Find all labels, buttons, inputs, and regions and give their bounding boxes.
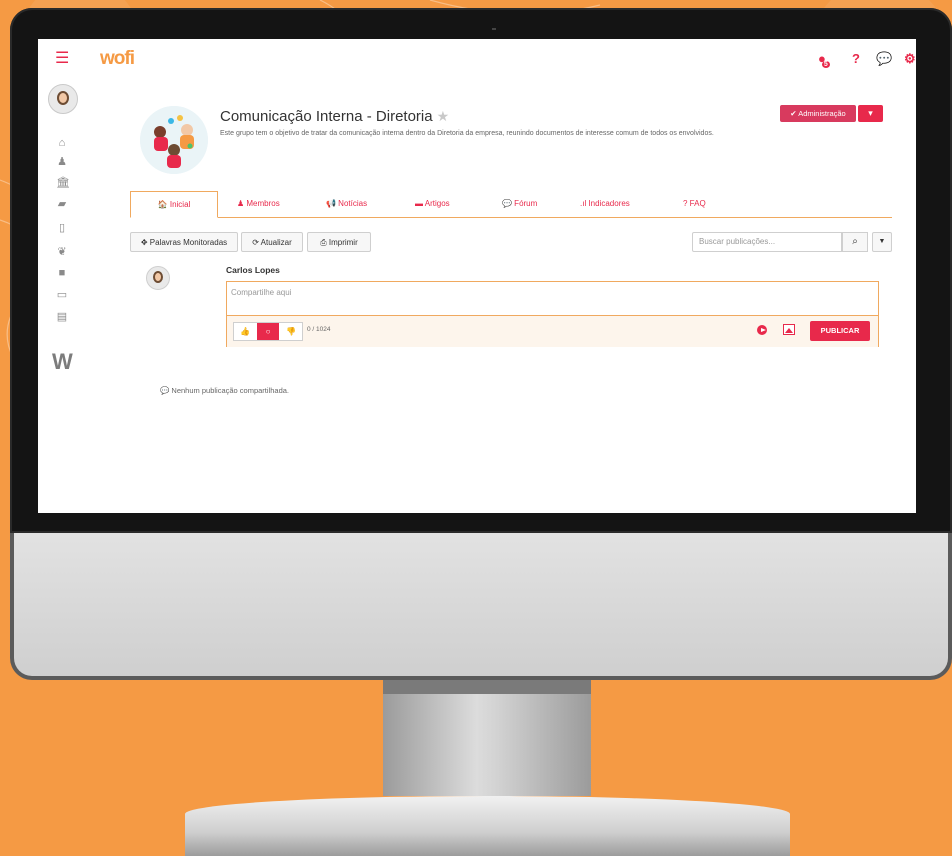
- monitor-stand-shadow: [383, 680, 591, 694]
- neutral-icon[interactable]: ○: [257, 323, 279, 340]
- monitor-chin: [10, 533, 952, 680]
- search-input[interactable]: Buscar publicações...: [692, 232, 842, 252]
- user-avatar[interactable]: [48, 84, 78, 114]
- app-logo[interactable]: wofi: [100, 48, 135, 70]
- calendar-icon[interactable]: ▭: [56, 290, 68, 301]
- publish-button[interactable]: PUBLICAR: [810, 321, 870, 341]
- home-icon[interactable]: ⌂: [56, 138, 68, 149]
- tab-membros[interactable]: ♟ Membros: [237, 191, 280, 217]
- settings-icon[interactable]: ⚙: [904, 51, 916, 67]
- menu-icon[interactable]: ☰: [55, 51, 69, 67]
- dashboard-icon[interactable]: ▰: [56, 199, 68, 210]
- video-icon[interactable]: ■: [56, 268, 68, 279]
- print-button[interactable]: ⎙ Imprimir: [307, 232, 371, 252]
- tab-bar: 🏠 Inicial ♟ Membros 📢 Notícias ▬ Artigos…: [130, 191, 892, 218]
- institution-icon[interactable]: 🏛: [56, 178, 70, 189]
- character-counter: 0 / 1024: [307, 326, 331, 333]
- composer-toolbar: 👍 ○ 👎 0 / 1024 PUBLICAR: [227, 315, 878, 347]
- monitor-stand-neck: [383, 680, 591, 796]
- sidebar: ☰ ⌂ ♟ 🏛 ▰ ▯ ❦ ■ ▭ ▤ W: [38, 39, 88, 513]
- document-icon[interactable]: ▯: [56, 223, 68, 234]
- monitored-keywords-button[interactable]: ✥ Palavras Monitoradas: [130, 232, 238, 252]
- chat-icon[interactable]: 💬: [876, 51, 892, 67]
- thumbs-up-icon[interactable]: 👍: [234, 323, 256, 340]
- tab-inicial[interactable]: 🏠 Inicial: [130, 191, 218, 218]
- tab-noticias[interactable]: 📢 Notícias: [326, 191, 367, 217]
- group-title: Comunicação Interna - Diretoria ★: [220, 108, 449, 125]
- sidebar-logo: W: [52, 349, 73, 374]
- empty-feed-message: 💬 Nenhum publicação compartilhada.: [160, 386, 289, 395]
- group-description: Este grupo tem o objetivo de tratar da c…: [220, 130, 714, 137]
- admin-button[interactable]: ✔ Administração: [780, 105, 856, 122]
- post-author-avatar: [146, 266, 170, 290]
- post-composer[interactable]: Compartilhe aqui 👍 ○ 👎 0 / 1024 PUBLICAR: [226, 281, 879, 347]
- chevron-down-icon[interactable]: ▾: [858, 105, 883, 122]
- refresh-button[interactable]: ⟳ Atualizar: [241, 232, 303, 252]
- tab-faq[interactable]: ? FAQ: [683, 191, 706, 217]
- tab-indicadores[interactable]: .ıl Indicadores: [580, 191, 630, 217]
- globe-icon[interactable]: ●5: [818, 51, 834, 68]
- notification-badge: 5: [821, 61, 830, 68]
- leaf-icon[interactable]: ❦: [56, 247, 68, 258]
- group-title-text: Comunicação Interna - Diretoria: [220, 108, 433, 125]
- group-photo: [140, 106, 208, 174]
- search-icon[interactable]: ⌕: [842, 232, 868, 252]
- favorite-star-icon[interactable]: ★: [437, 108, 450, 124]
- webcam: [492, 28, 496, 30]
- play-video-icon[interactable]: [757, 325, 767, 335]
- monitor-stand-base: [185, 796, 790, 856]
- tab-forum[interactable]: 💬 Fórum: [502, 191, 537, 217]
- tab-artigos[interactable]: ▬ Artigos: [415, 191, 450, 217]
- help-icon[interactable]: ?: [852, 51, 860, 66]
- search-options-dropdown[interactable]: ▼: [872, 232, 892, 252]
- app-screen: ☰ ⌂ ♟ 🏛 ▰ ▯ ❦ ■ ▭ ▤ W wofi ●5 ? 💬 ⚙ Comu…: [38, 39, 916, 513]
- user-icon[interactable]: ♟: [56, 157, 68, 168]
- app-logo-text: wofi: [100, 48, 135, 69]
- thumbs-down-icon[interactable]: 👎: [280, 323, 302, 340]
- image-icon[interactable]: [783, 324, 795, 335]
- file-icon[interactable]: ▤: [56, 312, 68, 323]
- post-author-name: Carlos Lopes: [226, 265, 280, 275]
- composer-placeholder[interactable]: Compartilhe aqui: [231, 288, 291, 297]
- sentiment-selector: 👍 ○ 👎: [233, 322, 303, 341]
